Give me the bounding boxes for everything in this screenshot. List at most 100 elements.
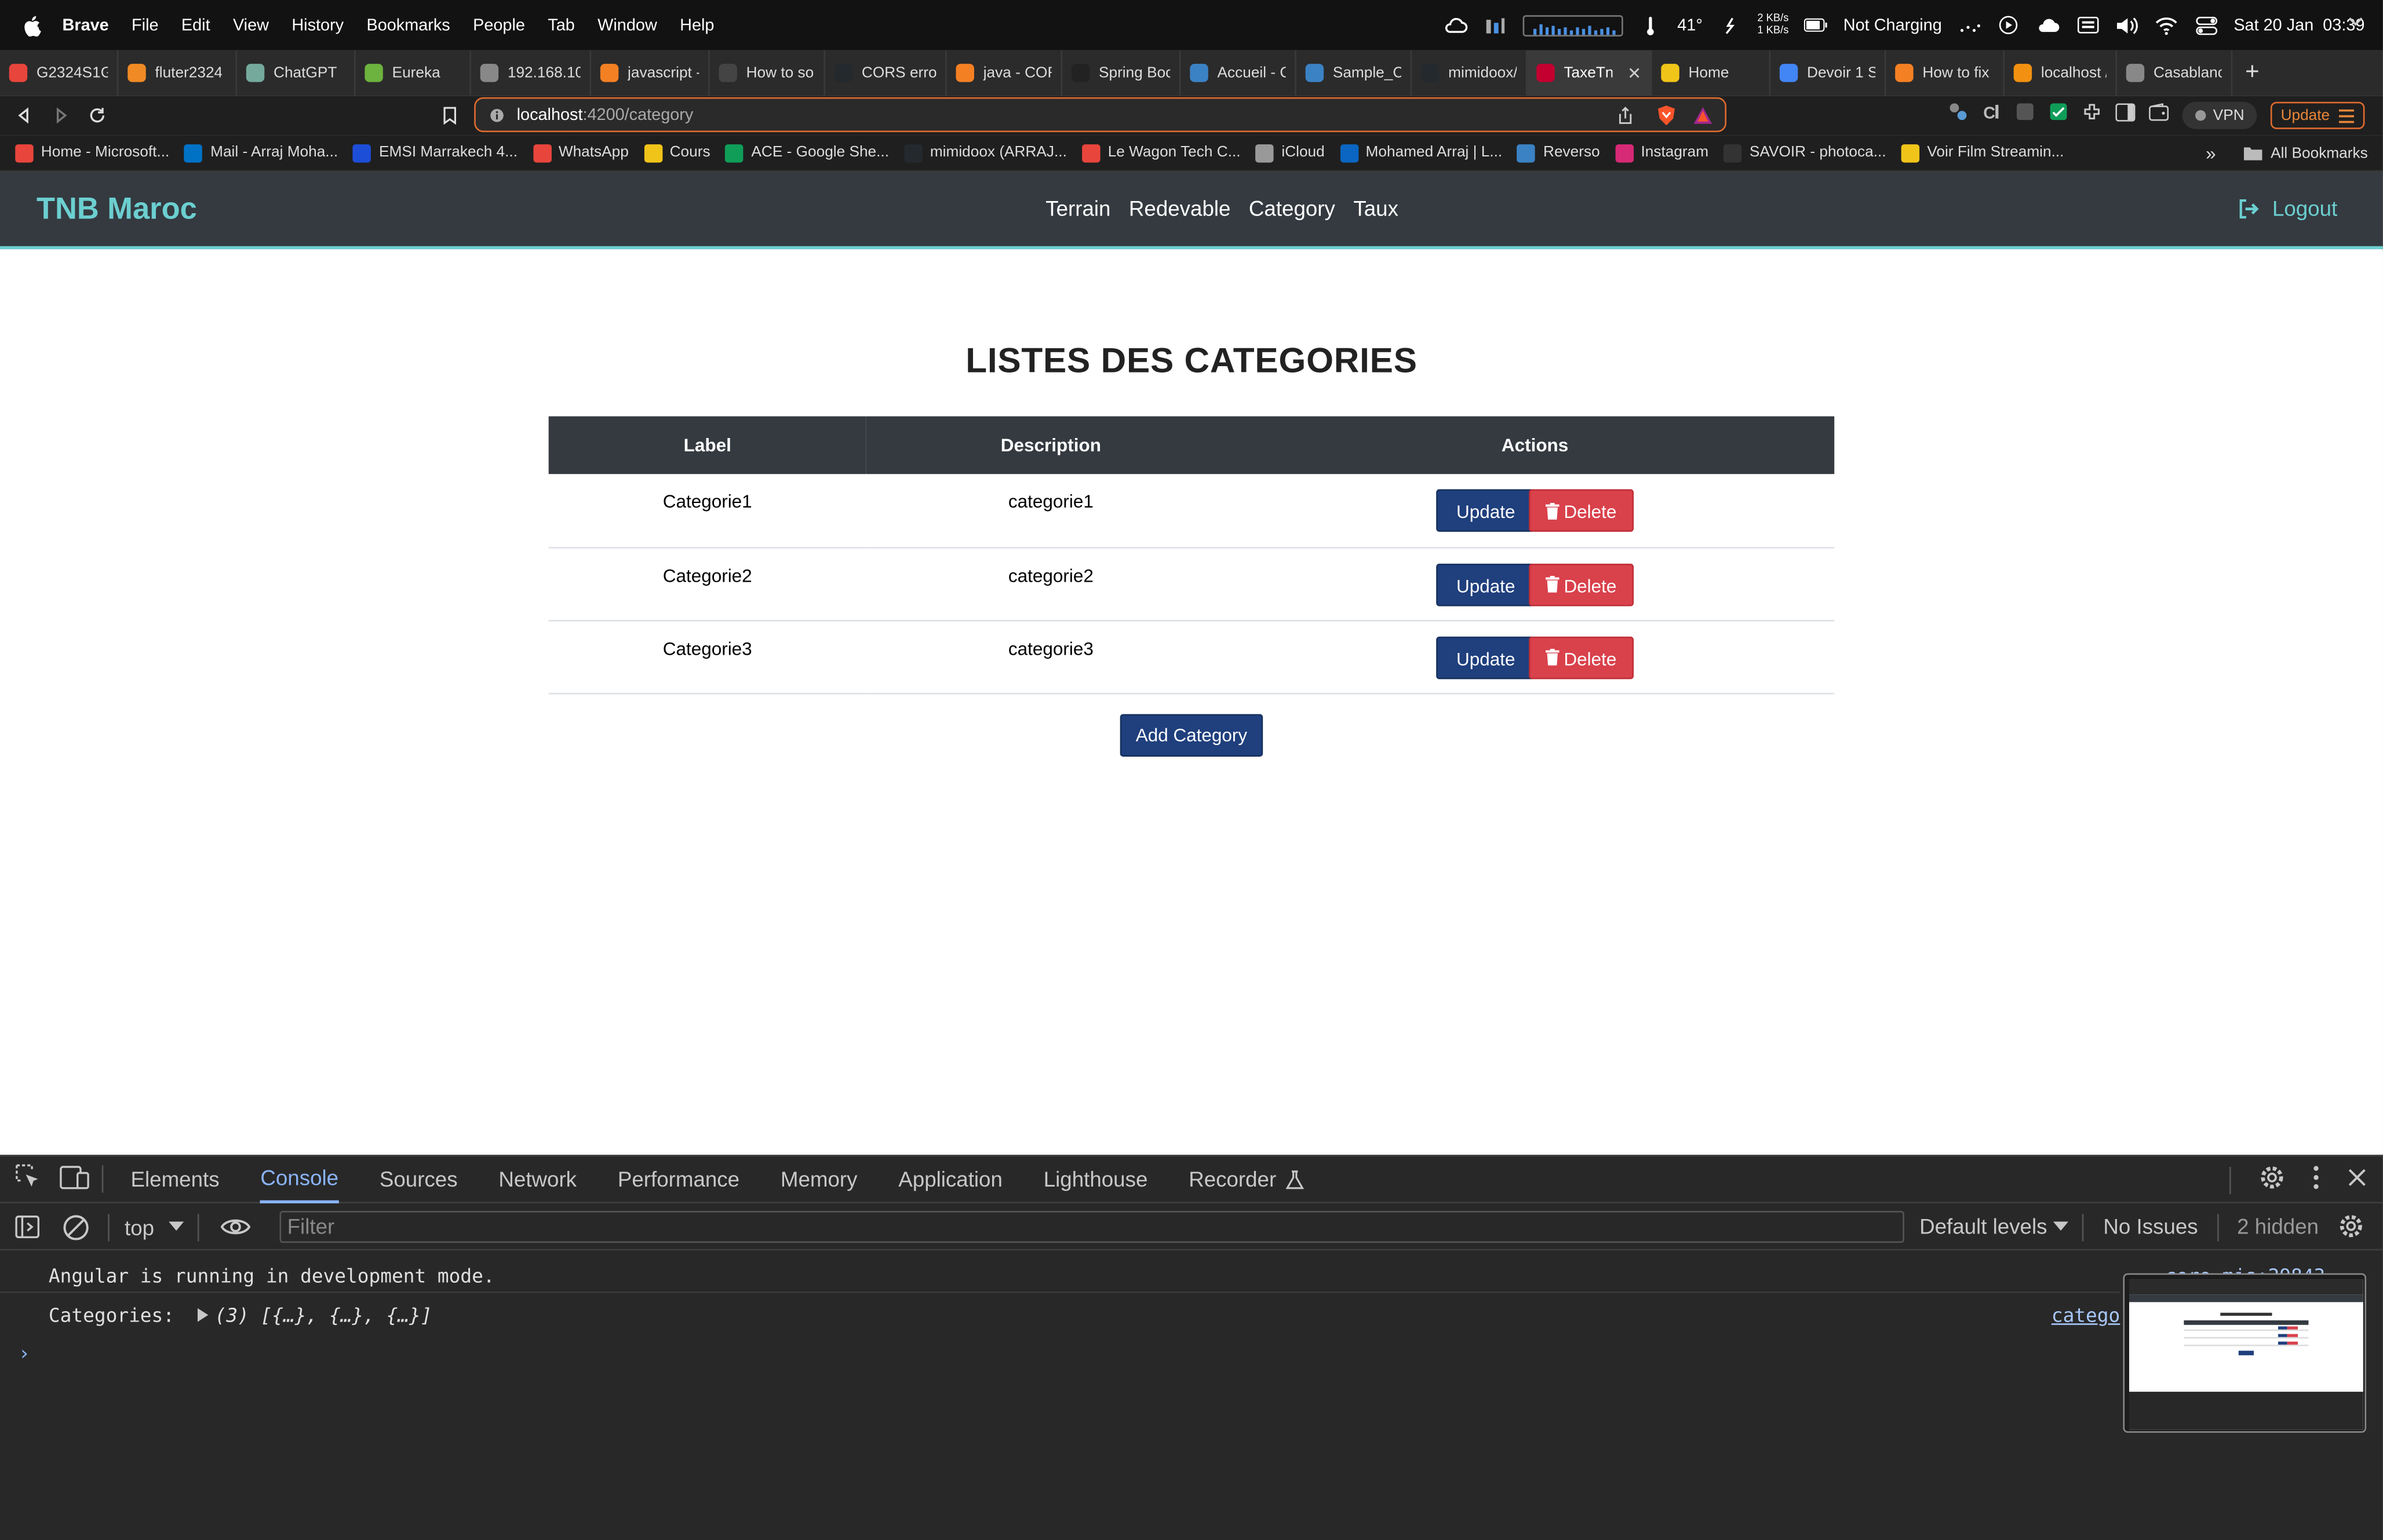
extension-grid-icon[interactable] [2016,102,2035,129]
new-tab-icon[interactable]: + [2232,59,2272,86]
live-expression-eye-icon[interactable] [221,1217,252,1237]
logout-link[interactable]: Logout [2239,196,2337,220]
cpu-monitor-icon[interactable] [1483,14,1507,36]
bookmarks-overflow[interactable]: » [2206,143,2216,165]
temperature-readout[interactable]: 41° [1677,16,1703,34]
menu-history[interactable]: History [292,16,344,34]
console-filter-input[interactable]: Filter [279,1211,1904,1243]
browser-tab[interactable]: 192.168.10. [471,50,592,96]
console-settings-gear-icon[interactable] [2337,1213,2364,1240]
bookmark-item[interactable]: Mail - Arraj Moha... [184,143,338,162]
update-button[interactable]: Update [2270,101,2365,129]
extension-puzzle-icon[interactable] [1948,102,1968,129]
bookmark-item[interactable]: SAVOIR - photoca... [1724,143,1886,162]
vpn-button[interactable]: VPN [2182,101,2257,129]
tab-network[interactable]: Network [498,1155,577,1202]
browser-tab[interactable]: mimidoox/T [1412,50,1528,96]
bookmark-item[interactable]: iCloud [1255,143,1325,162]
menu-window[interactable]: Window [597,16,657,34]
nav-terrain[interactable]: Terrain [1045,196,1110,220]
bookmark-item[interactable]: Reverso [1517,143,1600,162]
update-button[interactable]: Update [1436,489,1535,532]
network-graph[interactable] [1522,14,1623,36]
menu-tab[interactable]: Tab [548,16,575,34]
browser-tab[interactable]: Sample_CF [1296,50,1412,96]
menu-bookmarks[interactable]: Bookmarks [366,16,450,34]
tab-memory[interactable]: Memory [781,1155,858,1202]
browser-tab[interactable]: localhost / l [2005,50,2118,96]
battery-status[interactable]: Not Charging [1843,16,1942,34]
apple-icon[interactable] [21,14,43,36]
share-icon[interactable] [1617,107,1634,129]
delete-button[interactable]: Delete [1529,636,1634,678]
wifi-icon[interactable] [2155,14,2179,36]
brave-rewards-icon[interactable] [1693,107,1712,129]
device-toolbar-icon[interactable] [59,1165,89,1194]
browser-tab[interactable]: ChatGPT [237,50,356,96]
console-object-preview[interactable]: (3) [{…}, {…}, {…}] [215,1304,432,1326]
extension-sheets-icon[interactable] [2049,102,2068,129]
tab-recorder[interactable]: Recorder [1189,1155,1304,1202]
bookmark-item[interactable]: Voir Film Streamin... [1901,143,2064,162]
menu-view[interactable]: View [233,16,269,34]
console-prompt[interactable]: › [18,1343,30,1366]
browser-tab[interactable]: Spring Boot [1062,50,1181,96]
display-icon[interactable] [1957,14,1981,36]
bookmark-item[interactable]: Cours [644,143,710,162]
settings-gear-icon[interactable] [2258,1164,2286,1196]
bookmark-item[interactable]: Mohamed Arraj | L... [1339,143,1502,162]
control-center-icon[interactable] [2194,14,2218,36]
bookmark-item[interactable]: EMSI Marrakech 4... [353,143,518,162]
console-source-link[interactable]: catego [2052,1304,2120,1326]
reload-icon[interactable] [79,97,115,134]
link-icon[interactable] [1718,14,1742,36]
cloud-icon[interactable] [2036,14,2060,36]
play-icon[interactable] [1996,14,2021,36]
sidebar-toggle-icon[interactable] [2115,102,2136,129]
extensions-icon[interactable] [2082,102,2102,129]
console-sidebar-icon[interactable] [15,1216,40,1239]
weather-icon[interactable] [1443,14,1467,36]
browser-tab[interactable]: Eureka [356,50,471,96]
brave-shields-icon[interactable] [1656,105,1676,131]
browser-tab[interactable]: CORS error [825,50,947,96]
more-options-icon[interactable] [2313,1165,2319,1194]
menu-people[interactable]: People [473,16,525,34]
wallet-icon[interactable] [2149,102,2169,129]
tab-search-chevron-icon[interactable] [2346,12,2364,30]
context-selector[interactable]: top [125,1215,185,1239]
volume-icon[interactable] [2115,14,2140,36]
bookmark-item[interactable]: WhatsApp [533,143,629,162]
bookmark-item[interactable]: Le Wagon Tech C... [1082,143,1241,162]
browser-tab[interactable]: TaxeTnb ✕ [1527,50,1652,96]
browser-tab[interactable]: java - CORS [947,50,1063,96]
menu-edit[interactable]: Edit [181,16,210,34]
battery-icon[interactable] [1803,14,1828,36]
nav-redevable[interactable]: Redevable [1129,196,1231,220]
update-button[interactable]: Update [1436,636,1535,678]
back-icon[interactable] [6,97,42,134]
tab-close-icon[interactable]: ✕ [1627,63,1641,82]
menu-help[interactable]: Help [680,16,714,34]
keyboard-icon[interactable] [2076,14,2100,36]
screenshot-thumbnail[interactable] [2123,1273,2367,1433]
site-info-icon[interactable] [489,107,504,122]
browser-tab[interactable]: Devoir 1 Sp [1770,50,1886,96]
browser-tab[interactable]: javascript - [591,50,710,96]
clear-console-icon[interactable] [63,1213,90,1240]
clock[interactable]: Sat 20 Jan 03:39 [2233,16,2364,34]
tab-sources[interactable]: Sources [380,1155,458,1202]
add-category-button[interactable]: Add Category [1120,714,1263,757]
tab-lighthouse[interactable]: Lighthouse [1044,1155,1148,1202]
delete-button[interactable]: Delete [1529,489,1634,532]
browser-tab[interactable]: Accueil - C [1181,50,1296,96]
tab-performance[interactable]: Performance [618,1155,739,1202]
close-devtools-icon[interactable] [2346,1167,2368,1193]
network-speed[interactable]: 2 KB/s 1 KB/s [1757,13,1788,37]
all-bookmarks-button[interactable]: All Bookmarks [2243,145,2368,162]
tab-console[interactable]: Console [260,1155,339,1203]
menu-file[interactable]: File [132,16,159,34]
inspect-element-icon[interactable] [15,1164,41,1194]
nav-taux[interactable]: Taux [1353,196,1398,220]
browser-tab[interactable]: How to solv [710,50,825,96]
